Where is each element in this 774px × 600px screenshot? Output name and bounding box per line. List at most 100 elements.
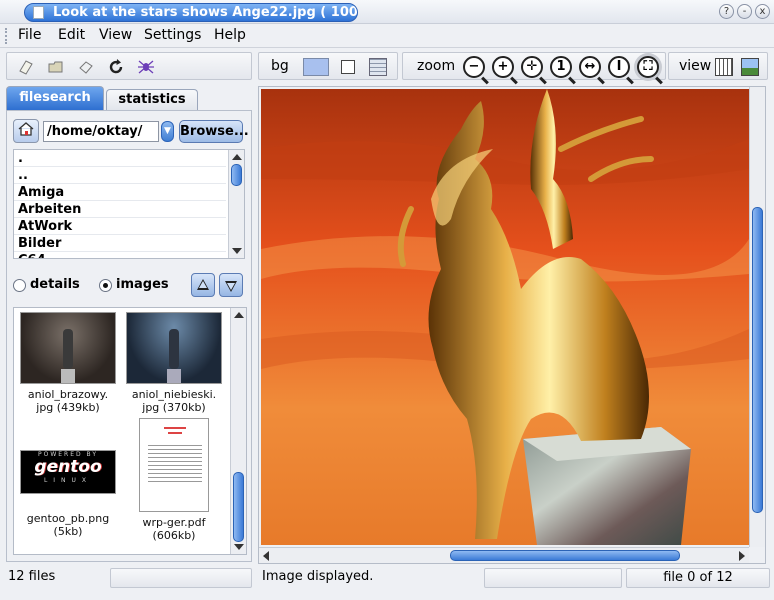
gentoo-logo-image: POWERED BY gentoo LINUX xyxy=(20,450,116,494)
save-icon[interactable] xyxy=(77,58,95,76)
file-count: 12 files xyxy=(8,569,56,584)
directory-item[interactable]: AtWork xyxy=(14,218,226,235)
zoom-out-icon[interactable]: − xyxy=(463,56,485,78)
image-view-icon[interactable] xyxy=(741,58,759,76)
zoom-width-icon[interactable]: ↔ xyxy=(579,56,601,78)
thumbnail-grid-icon[interactable] xyxy=(715,58,733,76)
open-folder-icon[interactable] xyxy=(47,58,65,76)
zoom-1-1-icon[interactable]: 1 xyxy=(550,56,572,78)
directory-scrollbar[interactable] xyxy=(228,150,244,258)
tab-statistics[interactable]: statistics xyxy=(106,89,198,110)
document-icon xyxy=(33,6,44,19)
displayed-image[interactable] xyxy=(261,89,749,545)
move-up-button[interactable] xyxy=(191,273,215,297)
thumbnail-image xyxy=(126,312,222,384)
thumbnail-item[interactable]: POWERED BY gentoo LINUX gentoo_pb.png (5… xyxy=(16,440,120,538)
minimize-button[interactable]: - xyxy=(737,4,752,19)
directory-scroll-thumb[interactable] xyxy=(231,164,242,186)
thumbnail-size: (606kb) xyxy=(152,529,196,542)
thumbnail-scrollbar[interactable] xyxy=(230,308,246,554)
zoom-screen-icon[interactable]: ⛶ xyxy=(637,56,659,78)
path-input[interactable]: /home/oktay/ xyxy=(43,121,159,142)
scroll-down-arrow[interactable] xyxy=(234,544,244,550)
bg-color-swatch[interactable] xyxy=(303,58,329,76)
thumbnail-name: gentoo_pb.png xyxy=(26,512,110,525)
thumbnail-size: (5kb) xyxy=(53,525,83,538)
status-progress xyxy=(110,568,252,588)
home-icon xyxy=(18,122,34,136)
path-dropdown-button[interactable]: ▼ xyxy=(161,121,174,142)
toolbar: bg zoom − + ✛ 1 ↔ I ⛶ view xyxy=(0,50,774,82)
scroll-up-arrow[interactable] xyxy=(232,154,242,160)
scroll-left-arrow[interactable] xyxy=(263,551,269,561)
menu-edit[interactable]: Edit xyxy=(58,27,85,43)
details-radio[interactable] xyxy=(13,279,26,292)
images-label[interactable]: images xyxy=(116,277,169,292)
bg-label: bg xyxy=(271,58,289,74)
image-vertical-scrollbar[interactable] xyxy=(749,87,765,547)
thumbnail-size: jpg (370kb) xyxy=(142,401,206,414)
file-toolbar xyxy=(6,52,252,80)
help-button[interactable]: ? xyxy=(719,4,734,19)
menu-file[interactable]: File xyxy=(18,27,41,43)
spider-icon[interactable] xyxy=(137,58,155,76)
thumbnail-image xyxy=(20,312,116,384)
view-mode-options: details images xyxy=(13,273,247,301)
background-toolbar: bg xyxy=(258,52,398,80)
title-bar: Look at the stars shows Ange22.jpg ( 100… xyxy=(0,0,774,24)
down-triangle-icon xyxy=(225,281,237,292)
menu-view[interactable]: View xyxy=(99,27,132,43)
scroll-up-arrow[interactable] xyxy=(234,312,244,318)
close-button[interactable]: x xyxy=(755,4,770,19)
image-viewer xyxy=(258,86,766,564)
thumbnail-name: aniol_niebieski. xyxy=(131,388,217,401)
details-label[interactable]: details xyxy=(30,277,80,292)
reload-icon[interactable] xyxy=(107,58,125,76)
bg-pattern-icon[interactable] xyxy=(369,58,387,76)
status-extra xyxy=(484,568,622,588)
pdf-page-image xyxy=(139,418,209,512)
menu-settings[interactable]: Settings xyxy=(144,27,201,43)
directory-item[interactable]: Bilder xyxy=(14,235,226,252)
thumbnail-item[interactable]: wrp-ger.pdf (606kb) xyxy=(122,418,226,542)
browse-button[interactable]: Browse... xyxy=(179,120,249,143)
zoom-height-icon[interactable]: I xyxy=(608,56,630,78)
thumbnail-grid[interactable]: aniol_brazowy. jpg (439kb) aniol_niebies… xyxy=(13,307,247,555)
images-radio[interactable] xyxy=(99,279,112,292)
tab-filesearch[interactable]: filesearch xyxy=(6,86,104,110)
left-tabs: filesearch statistics xyxy=(6,86,250,110)
zoom-in-icon[interactable]: + xyxy=(492,56,514,78)
thumbnail-size: jpg (439kb) xyxy=(36,401,100,414)
directory-list[interactable]: ...AmigaArbeitenAtWorkBilderC64 xyxy=(13,149,245,259)
move-down-button[interactable] xyxy=(219,273,243,297)
thumbnail-item[interactable]: aniol_brazowy. jpg (439kb) xyxy=(16,312,120,414)
thumbnail-scroll-thumb[interactable] xyxy=(233,472,244,542)
image-horizontal-scroll-thumb[interactable] xyxy=(450,550,680,561)
thumbnail-item[interactable]: aniol_niebieski. jpg (370kb) xyxy=(122,312,226,414)
new-icon[interactable] xyxy=(17,58,35,76)
window-title[interactable]: Look at the stars shows Ange22.jpg ( 100… xyxy=(24,3,358,22)
thumbnail-name: aniol_brazowy. xyxy=(27,388,109,401)
thumbnail-name: wrp-ger.pdf xyxy=(142,516,206,529)
up-triangle-icon xyxy=(197,279,209,290)
directory-item[interactable]: . xyxy=(14,150,226,167)
directory-item[interactable]: Amiga xyxy=(14,184,226,201)
zoom-fit-icon[interactable]: ✛ xyxy=(521,56,543,78)
window-title-text: Look at the stars shows Ange22.jpg ( 100… xyxy=(53,5,358,20)
directory-item[interactable]: Arbeiten xyxy=(14,201,226,218)
scroll-right-arrow[interactable] xyxy=(739,551,745,561)
home-button[interactable] xyxy=(13,119,39,143)
zoom-label: zoom xyxy=(417,58,456,74)
bg-white-checkbox[interactable] xyxy=(341,60,355,74)
menu-help[interactable]: Help xyxy=(214,27,246,43)
menu-bar: File Edit View Settings Help xyxy=(0,24,774,48)
view-label: view xyxy=(679,58,712,74)
directory-item[interactable]: .. xyxy=(14,167,226,184)
directory-item[interactable]: C64 xyxy=(14,252,226,258)
scroll-down-arrow[interactable] xyxy=(232,248,242,254)
image-horizontal-scrollbar[interactable] xyxy=(259,547,749,563)
status-message: Image displayed. xyxy=(262,569,374,584)
menu-grip[interactable] xyxy=(5,28,9,44)
file-position: file 0 of 12 xyxy=(626,568,770,588)
image-vertical-scroll-thumb[interactable] xyxy=(752,207,763,513)
